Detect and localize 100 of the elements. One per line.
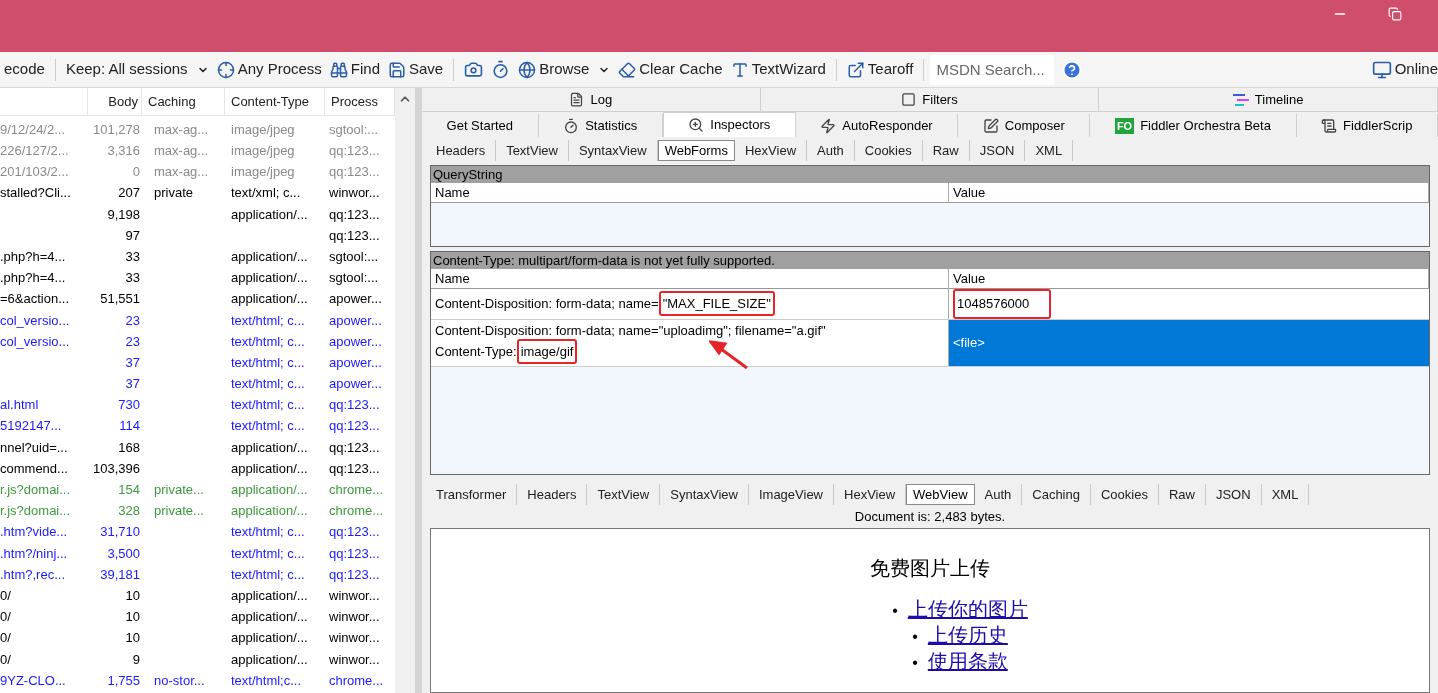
session-row[interactable]: 5192147... 114 text/html; c... qq:123... bbox=[0, 415, 395, 437]
view-tab[interactable]: SyntaxView bbox=[568, 140, 658, 161]
session-row[interactable]: 0/ 10 application/... winwor... bbox=[0, 585, 395, 607]
session-row[interactable]: 9/12/24/2... 101,278 max-ag... image/jpeg sgtool:... bbox=[0, 119, 395, 141]
caching-cell: max-ag... bbox=[154, 121, 209, 137]
content-type-cell: application/... bbox=[231, 270, 308, 286]
top-tab[interactable]: Filters bbox=[760, 88, 1100, 111]
view-tab[interactable]: XML bbox=[1261, 484, 1310, 505]
session-row[interactable]: 226/127/2... 3,316 max-ag... image/jpeg qq:123... bbox=[0, 140, 395, 162]
session-row[interactable]: .php?h=4... 33 application/... sgtool:... bbox=[0, 267, 395, 289]
toolbar-button[interactable]: Keep: All sessions bbox=[61, 58, 213, 81]
toolbar-button[interactable]: Clear Cache bbox=[614, 58, 727, 81]
column-header[interactable]: Caching bbox=[142, 88, 225, 115]
top-tab[interactable]: Log bbox=[422, 88, 761, 111]
session-row[interactable]: .htm?,rec... 39,181 text/html; c... qq:123... bbox=[0, 563, 395, 586]
session-row[interactable]: 97 qq:123... bbox=[0, 224, 395, 247]
session-row[interactable]: 201/103/2... 0 max-ag... image/jpeg qq:123... bbox=[0, 161, 395, 183]
content-type-cell: application/... bbox=[231, 248, 308, 264]
session-row[interactable]: .php?h=4... 33 application/... sgtool:... bbox=[0, 246, 395, 268]
content-type-cell: application/... bbox=[231, 587, 308, 603]
main-tab[interactable]: Inspectors bbox=[662, 112, 796, 137]
online-button[interactable]: Online bbox=[1371, 58, 1438, 81]
view-tab[interactable]: Raw bbox=[922, 140, 970, 161]
process-cell: sgtool:... bbox=[329, 248, 379, 264]
toolbar-button[interactable]: Save bbox=[384, 58, 448, 81]
session-row[interactable]: 0/ 9 application/... winwor... bbox=[0, 648, 395, 670]
view-tab[interactable]: WebForms bbox=[657, 140, 735, 161]
restore-icon[interactable] bbox=[1388, 7, 1402, 21]
session-row[interactable]: 37 text/html; c... apower... bbox=[0, 352, 395, 374]
value-cell[interactable]: <file> bbox=[949, 319, 1429, 366]
view-tab[interactable]: JSON bbox=[969, 140, 1026, 161]
process-cell: qq:123... bbox=[329, 206, 380, 222]
view-tab[interactable]: TextView bbox=[587, 484, 661, 505]
body-cell: 328 bbox=[118, 503, 140, 519]
help-icon[interactable] bbox=[1062, 59, 1083, 80]
view-tab[interactable]: Headers bbox=[426, 140, 497, 161]
session-row[interactable]: commend... 103,396 application/... qq:123... bbox=[0, 458, 395, 480]
process-cell: sgtool:... bbox=[329, 270, 379, 286]
content-type-cell: application/... bbox=[231, 206, 308, 222]
session-row[interactable]: 0/ 10 application/... winwor... bbox=[0, 627, 395, 649]
caching-cell: max-ag... bbox=[154, 164, 209, 180]
session-row[interactable]: al.html 730 text/html; c... qq:123... bbox=[0, 394, 395, 416]
view-tab[interactable]: JSON bbox=[1205, 484, 1262, 505]
view-tab[interactable]: Cookies bbox=[1090, 484, 1159, 505]
process-cell: qq:123... bbox=[329, 143, 380, 159]
body-cell: 31,710 bbox=[100, 524, 140, 540]
page-link[interactable]: 上传你的图片 bbox=[907, 598, 1028, 620]
column-header[interactable]: Body bbox=[88, 88, 142, 115]
top-tab[interactable]: Timeline bbox=[1099, 88, 1438, 111]
session-row[interactable]: stalled?Cli... 207 private text/xml; c... winwor... bbox=[0, 182, 395, 204]
column-header[interactable]: Name bbox=[431, 183, 949, 203]
page-link[interactable]: 使用条款 bbox=[927, 650, 1008, 672]
session-row[interactable]: r.js?domai... 154 private... application/... chrome... bbox=[0, 479, 395, 501]
view-tab[interactable]: ImageView bbox=[748, 484, 834, 505]
toolbar-button[interactable]: Browse bbox=[514, 58, 615, 81]
url-cell: 226/127/2... bbox=[0, 143, 69, 159]
column-header[interactable]: Content-Type bbox=[225, 88, 325, 115]
toolbar-button[interactable]: Any Process bbox=[212, 58, 326, 81]
column-header[interactable]: Value bbox=[949, 183, 1429, 203]
view-tab[interactable]: Auth bbox=[974, 484, 1023, 505]
content-type-cell: application/... bbox=[231, 439, 308, 455]
bullet-marker: • bbox=[912, 654, 918, 671]
view-tab[interactable]: XML bbox=[1025, 140, 1074, 161]
session-row[interactable]: =6&action... 51,551 application/... apower... bbox=[0, 288, 395, 310]
content-type-cell: text/html; c... bbox=[231, 333, 305, 349]
content-type-cell: text/html; c... bbox=[231, 397, 305, 413]
view-tab[interactable]: Cookies bbox=[854, 140, 923, 161]
value-cell[interactable]: 1048576000 bbox=[949, 289, 1429, 319]
toolbar-button[interactable]: ecode bbox=[0, 58, 49, 81]
session-row[interactable]: 0/ 10 application/... winwor... bbox=[0, 606, 395, 628]
view-tab[interactable]: SyntaxView bbox=[660, 484, 749, 505]
session-row[interactable]: r.js?domai... 328 private... application/... chrome... bbox=[0, 500, 395, 522]
session-row[interactable]: col_versio... 23 text/html; c... apower... bbox=[0, 330, 395, 353]
search-field[interactable]: MSDN Search... bbox=[930, 54, 1055, 85]
document-icon bbox=[569, 92, 585, 107]
session-row[interactable]: 9,198 application/... qq:123... bbox=[0, 203, 395, 225]
bullet-marker: • bbox=[912, 628, 918, 645]
toolbar-button[interactable]: TextWizard bbox=[726, 58, 830, 81]
scrollbar[interactable] bbox=[395, 88, 415, 693]
view-tab[interactable]: Raw bbox=[1158, 484, 1206, 505]
view-tab[interactable]: Auth bbox=[807, 140, 855, 161]
session-row[interactable]: nnel?uid=... 168 application/... qq:123... bbox=[0, 436, 395, 458]
session-row[interactable]: 37 text/html; c... apower... bbox=[0, 373, 395, 395]
toolbar-button[interactable]: Tearoff bbox=[842, 58, 918, 81]
process-cell: winwor... bbox=[329, 630, 380, 646]
view-tab[interactable]: Transformer bbox=[426, 484, 518, 505]
view-tab[interactable]: TextView bbox=[496, 140, 569, 161]
view-tab[interactable]: HexView bbox=[734, 140, 807, 161]
view-tab[interactable]: WebView bbox=[906, 484, 975, 505]
page-link[interactable]: 上传历史 bbox=[927, 624, 1008, 646]
toolbar-button[interactable]: Find bbox=[325, 58, 384, 81]
session-row[interactable]: .htm?/ninj... 3,500 text/html; c... qq:123... bbox=[0, 542, 395, 564]
session-row[interactable]: 9YZ-CLO... 1,755 no-stor... text/html;c... chrome... bbox=[0, 669, 395, 692]
view-tab[interactable]: Caching bbox=[1022, 484, 1091, 505]
session-row[interactable]: .htm?vide... 31,710 text/html; c... qq:123... bbox=[0, 521, 395, 543]
field-text: Content-Disposition: form-data; name="uploadimg"; filename="a.gif" bbox=[435, 321, 826, 339]
url-cell: 9/12/24/2... bbox=[0, 121, 66, 137]
process-cell: winwor... bbox=[329, 185, 380, 201]
view-tab[interactable]: Headers bbox=[517, 484, 588, 505]
session-row[interactable]: col_versio... 23 text/html; c... apower... bbox=[0, 309, 395, 331]
